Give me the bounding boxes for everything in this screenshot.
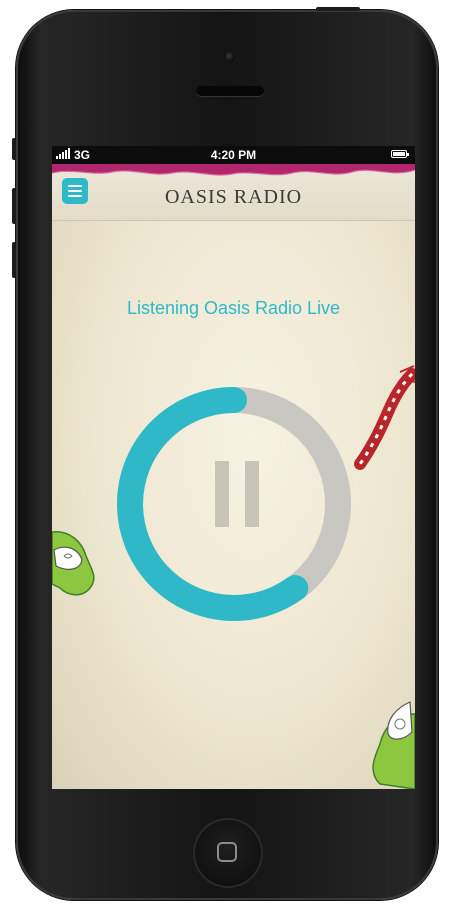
home-button[interactable] [193,818,263,888]
earpiece-speaker [196,86,264,96]
pause-button[interactable] [215,461,259,527]
app-screen: 3G 4:20 PM OASIS RADIO Listening Oasis R… [52,146,415,789]
header-wave-decoration [52,164,415,176]
mute-switch [12,138,16,160]
volume-down-button [12,242,16,278]
nav-bar: OASIS RADIO [52,164,415,221]
listening-status-text: Listening Oasis Radio Live [126,298,341,318]
seaweed-shell-illustration-icon [52,531,95,596]
home-square-icon [217,842,237,862]
shrimp-illustration-icon [354,365,415,470]
volume-up-button [12,188,16,224]
status-time: 4:20 PM [210,148,257,162]
battery-icon [391,150,409,158]
seaweed-shell-bottom-illustration-icon [372,701,415,789]
front-camera [225,52,235,62]
app-title: OASIS RADIO [164,186,303,208]
pause-icon [215,461,229,527]
status-bar: 3G 4:20 PM [52,146,415,164]
power-button [316,7,360,11]
